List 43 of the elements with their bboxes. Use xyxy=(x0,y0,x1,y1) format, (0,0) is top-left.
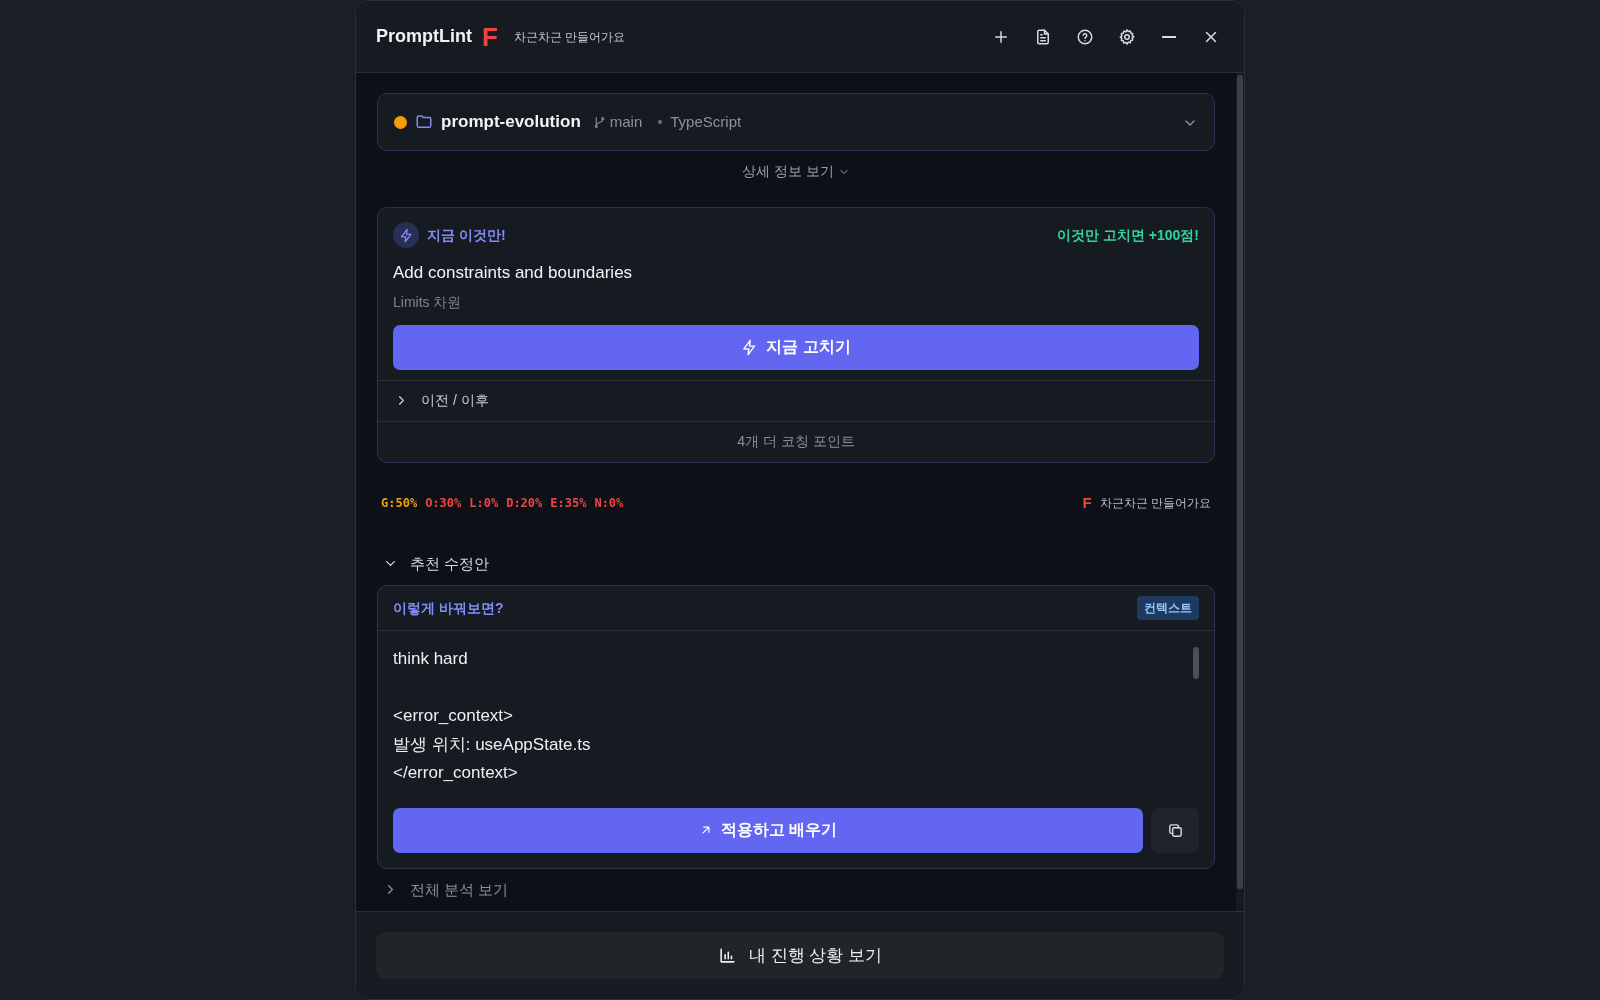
dimension-label: Limits 차원 xyxy=(393,292,463,312)
grade-letter: F xyxy=(482,23,498,50)
repository-card[interactable]: prompt-evolution main TypeScript xyxy=(377,93,1215,151)
more-coaching-link[interactable]: 4개 더 코칭 포인트 xyxy=(378,421,1214,462)
subtitle: 차근차근 만들어가요 xyxy=(513,28,626,46)
branch-name: main xyxy=(609,111,643,132)
score-label: G:50% xyxy=(381,494,418,512)
bar-chart-icon xyxy=(717,946,737,965)
branch-icon xyxy=(592,115,606,129)
repository-name: prompt-evolution xyxy=(441,111,581,134)
grade-letter: F xyxy=(1082,495,1092,510)
scrollbar-thumb[interactable] xyxy=(1193,647,1199,679)
coaching-title: Add constraints and boundaries xyxy=(393,262,634,284)
suggestions-toggle[interactable]: 추천 수정안 xyxy=(377,552,496,575)
category-tag: 컨텍스트 xyxy=(1137,596,1199,620)
copy-button[interactable] xyxy=(1151,807,1199,853)
focus-label: 지금 이것만! xyxy=(427,225,506,245)
copy-icon xyxy=(1166,821,1184,839)
settings-icon xyxy=(1118,27,1136,46)
reward-text: 이것만 고치면 +100점! xyxy=(1057,225,1199,245)
full-analysis-toggle[interactable]: 전체 분석 보기 xyxy=(377,878,515,901)
progress-button[interactable]: 내 진행 상황 보기 xyxy=(376,932,1224,979)
separator-dot xyxy=(658,120,663,124)
score-label: L:0% xyxy=(469,494,499,512)
details-link[interactable]: 상세 정보 보기 xyxy=(736,160,856,183)
app-title: PromptLint xyxy=(376,25,472,48)
document-icon xyxy=(1034,27,1052,46)
score-label: E:35% xyxy=(550,494,587,512)
suggested-prompt-text: think hard <error_context> 발생 위치: useAppState.ts </error_context> xyxy=(393,648,592,784)
score-label: O:30% xyxy=(425,494,462,512)
minimize-icon xyxy=(1162,35,1176,38)
lightning-icon xyxy=(393,222,419,248)
grade-message: 차근차근 만들어가요 xyxy=(1099,494,1211,512)
scrollbar-thumb[interactable] xyxy=(1237,75,1243,889)
suggestion-prompt: 이렇게 바꿔보면? xyxy=(393,598,504,618)
help-icon xyxy=(1076,27,1094,46)
score-label: D:20% xyxy=(506,494,543,512)
apply-button[interactable]: 적용하고 배우기 xyxy=(393,807,1143,853)
folder-icon xyxy=(415,113,433,131)
fix-now-button[interactable]: 지금 고치기 xyxy=(393,324,1199,370)
score-label: N:0% xyxy=(594,494,624,512)
language-label: TypeScript xyxy=(670,111,742,132)
before-after-toggle[interactable]: 이전 / 이후 xyxy=(378,380,1214,421)
